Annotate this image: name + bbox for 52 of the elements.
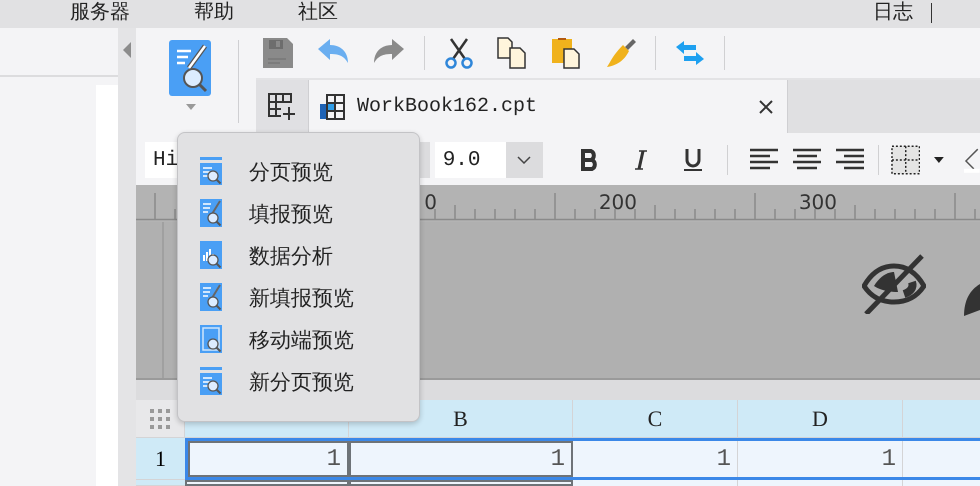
italic-icon[interactable]: [634, 149, 648, 171]
bold-icon[interactable]: [580, 149, 599, 171]
menu-item[interactable]: 帮助: [194, 1, 234, 21]
menu-item[interactable]: 新分页预览: [249, 368, 354, 396]
menu-item[interactable]: 移动端预览: [249, 326, 354, 354]
collapse-icon[interactable]: [123, 42, 131, 58]
brush-icon[interactable]: [605, 37, 637, 69]
menu-item[interactable]: 数据分析: [249, 242, 333, 270]
menu-item[interactable]: 日志: [873, 1, 913, 21]
document-magnifier-icon: [200, 157, 224, 187]
file-tab[interactable]: WorkBook162.cpt: [308, 80, 788, 133]
document-magnifier-icon: [200, 367, 224, 397]
grid-plus-icon: [268, 92, 296, 120]
menu-item[interactable]: 填报预览: [249, 200, 333, 228]
ruler-label: 300: [798, 190, 837, 214]
copy-icon[interactable]: [497, 37, 529, 69]
close-icon[interactable]: [759, 100, 773, 114]
menu-item[interactable]: 服务器: [70, 1, 130, 21]
ruler-label: 200: [598, 190, 637, 214]
row-header[interactable]: 1: [136, 438, 185, 480]
ruler-label: 0: [424, 190, 437, 214]
table-cell[interactable]: 1: [349, 441, 573, 477]
underline-icon[interactable]: [683, 148, 704, 172]
align-center-icon[interactable]: [792, 148, 822, 172]
pen-magnifier-icon: [200, 199, 224, 229]
pen-icon: [964, 284, 980, 316]
spreadsheet-icon: [319, 94, 345, 120]
border-icon[interactable]: [891, 145, 920, 175]
table-cell[interactable]: 1: [738, 441, 903, 477]
column-header[interactable]: C: [573, 400, 738, 438]
align-left-icon[interactable]: [749, 148, 780, 172]
align-right-icon[interactable]: [835, 148, 866, 172]
column-header[interactable]: D: [738, 400, 903, 438]
grid-dots-icon: [150, 408, 170, 428]
table-cell[interactable]: 1: [573, 441, 738, 477]
menu-item[interactable]: 分页预览: [249, 158, 333, 186]
preview-button[interactable]: [169, 40, 213, 110]
chevron-icon: [517, 156, 532, 164]
caret-icon[interactable]: [934, 157, 944, 163]
selected-row[interactable]: 1 1 1 1: [185, 438, 980, 480]
menu-item[interactable]: 社区: [298, 1, 338, 21]
font-size-dropdown[interactable]: [506, 142, 543, 178]
phone-magnifier-icon: [200, 325, 224, 355]
paste-icon[interactable]: [551, 37, 583, 69]
pen-magnifier-icon: [200, 283, 224, 313]
document-magnifier-icon: [169, 40, 213, 96]
cut-icon[interactable]: [443, 37, 475, 69]
font-size-field[interactable]: 9.0: [434, 142, 506, 178]
menu-item[interactable]: 新填报预览: [249, 284, 354, 312]
hidden-eye-icon: [862, 254, 926, 314]
table-cell[interactable]: 1: [188, 441, 349, 477]
chart-magnifier-icon: [200, 241, 224, 271]
